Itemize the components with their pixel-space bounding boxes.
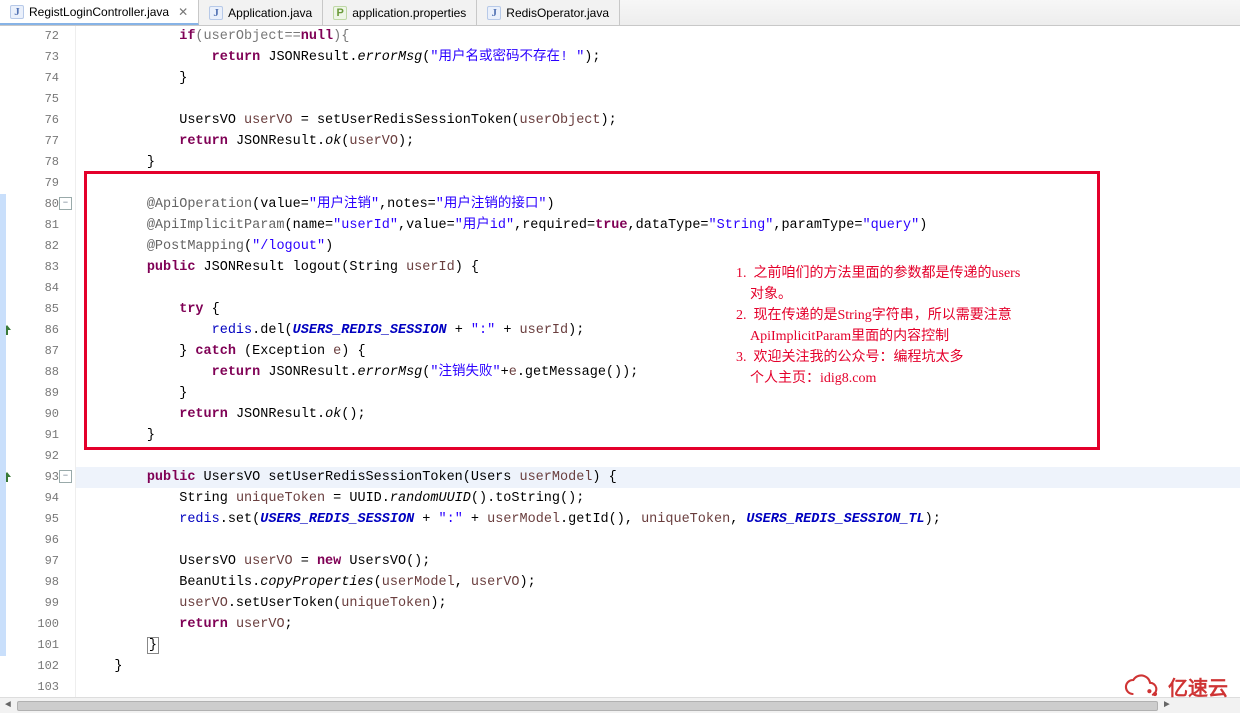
line-number-gutter: 727374757677787980−818283848586878889909… — [14, 26, 76, 697]
code-line[interactable]: public JSONResult logout(String userId) … — [76, 257, 1240, 278]
line-number: 84 — [14, 278, 71, 299]
tab-label: RedisOperator.java — [506, 6, 609, 20]
line-number: 81 — [14, 215, 71, 236]
code-line[interactable]: redis.set(USERS_REDIS_SESSION + ":" + us… — [76, 509, 1240, 530]
scroll-thumb[interactable] — [17, 701, 1158, 711]
line-number: 80− — [14, 194, 71, 215]
close-tab-icon[interactable]: ✕ — [174, 5, 188, 19]
code-line[interactable] — [76, 278, 1240, 299]
code-line[interactable]: redis.del(USERS_REDIS_SESSION + ":" + us… — [76, 320, 1240, 341]
line-number: 89 — [14, 383, 71, 404]
java-file-icon: J — [487, 6, 501, 20]
properties-file-icon: P — [333, 6, 347, 20]
editor-tab[interactable]: Papplication.properties — [323, 0, 477, 25]
line-number: 100 — [14, 614, 71, 635]
code-line[interactable] — [76, 173, 1240, 194]
watermark-text: 亿速云 — [1168, 672, 1228, 701]
line-number: 101 — [14, 635, 71, 656]
line-number: 77 — [14, 131, 71, 152]
line-number: 97 — [14, 551, 71, 572]
line-number: 95 — [14, 509, 71, 530]
code-line[interactable] — [76, 677, 1240, 698]
code-line[interactable]: } — [76, 425, 1240, 446]
java-file-icon: J — [209, 6, 223, 20]
line-number: 92 — [14, 446, 71, 467]
code-line[interactable]: public UsersVO setUserRedisSessionToken(… — [76, 467, 1240, 488]
editor-tab[interactable]: J RegistLoginController.java ✕ — [0, 0, 199, 25]
annotation-notes: 1. 之前咱们的方法里面的参数都是传递的users 对象。 2. 现在传递的是S… — [736, 263, 1020, 389]
code-line[interactable]: @ApiOperation(value="用户注销",notes="用户注销的接… — [76, 194, 1240, 215]
line-number: 79 — [14, 173, 71, 194]
line-number: 103 — [14, 677, 71, 698]
code-line[interactable]: } — [76, 383, 1240, 404]
watermark: 亿速云 — [1120, 672, 1228, 701]
code-line[interactable]: } — [76, 656, 1240, 677]
line-number: 96 — [14, 530, 71, 551]
scroll-left-arrow[interactable]: ◄ — [0, 699, 16, 713]
line-number: 90 — [14, 404, 71, 425]
line-number: 76 — [14, 110, 71, 131]
code-line[interactable]: } — [76, 635, 1240, 656]
line-number: 72 — [14, 26, 71, 47]
code-line[interactable]: userVO.setUserToken(uniqueToken); — [76, 593, 1240, 614]
tab-label: Application.java — [228, 6, 312, 20]
fold-toggle-icon[interactable]: − — [59, 470, 72, 483]
code-line[interactable]: return userVO; — [76, 614, 1240, 635]
fold-toggle-icon[interactable]: − — [59, 197, 72, 210]
code-line[interactable]: return JSONResult.ok(userVO); — [76, 131, 1240, 152]
line-number: 99 — [14, 593, 71, 614]
line-number: 91 — [14, 425, 71, 446]
line-number: 83 — [14, 257, 71, 278]
code-line[interactable] — [76, 446, 1240, 467]
watermark-cloud-icon — [1120, 674, 1162, 700]
line-number: 93− — [14, 467, 71, 488]
line-number: 87 — [14, 341, 71, 362]
line-number: 102 — [14, 656, 71, 677]
editor-tab[interactable]: J RedisOperator.java — [477, 0, 620, 25]
line-number: 75 — [14, 89, 71, 110]
code-line[interactable] — [76, 89, 1240, 110]
editor-tab[interactable]: J Application.java — [199, 0, 323, 25]
tab-label: application.properties — [352, 6, 466, 20]
code-area[interactable]: if(userObject==null){ return JSONResult.… — [76, 26, 1240, 697]
code-line[interactable]: return JSONResult.errorMsg("用户名或密码不存在! "… — [76, 47, 1240, 68]
tab-label: RegistLoginController.java — [29, 5, 169, 19]
line-number: 73 — [14, 47, 71, 68]
line-number: 86 — [14, 320, 71, 341]
code-line[interactable]: } — [76, 152, 1240, 173]
code-line[interactable]: return JSONResult.ok(); — [76, 404, 1240, 425]
editor: 727374757677787980−818283848586878889909… — [0, 26, 1240, 697]
marker-bar — [0, 26, 14, 697]
line-number: 98 — [14, 572, 71, 593]
line-number: 85 — [14, 299, 71, 320]
editor-tab-bar: J RegistLoginController.java ✕ J Application… — [0, 0, 1240, 26]
line-number: 74 — [14, 68, 71, 89]
horizontal-scrollbar[interactable]: ◄ ► — [0, 697, 1240, 713]
code-line[interactable] — [76, 530, 1240, 551]
code-line[interactable]: String uniqueToken = UUID.randomUUID().t… — [76, 488, 1240, 509]
java-file-icon: J — [10, 5, 24, 19]
change-marker — [0, 194, 6, 656]
code-line[interactable]: @ApiImplicitParam(name="userId",value="用… — [76, 215, 1240, 236]
code-line[interactable]: UsersVO userVO = new UsersVO(); — [76, 551, 1240, 572]
line-number: 88 — [14, 362, 71, 383]
line-number: 82 — [14, 236, 71, 257]
code-line[interactable]: if(userObject==null){ — [76, 26, 1240, 47]
code-line[interactable]: return JSONResult.errorMsg("注销失败"+e.getM… — [76, 362, 1240, 383]
line-number: 94 — [14, 488, 71, 509]
line-number: 78 — [14, 152, 71, 173]
code-line[interactable]: } catch (Exception e) { — [76, 341, 1240, 362]
code-line[interactable]: try { — [76, 299, 1240, 320]
code-line[interactable]: } — [76, 68, 1240, 89]
code-line[interactable]: @PostMapping("/logout") — [76, 236, 1240, 257]
code-line[interactable]: UsersVO userVO = setUserRedisSessionToke… — [76, 110, 1240, 131]
code-line[interactable]: BeanUtils.copyProperties(userModel, user… — [76, 572, 1240, 593]
